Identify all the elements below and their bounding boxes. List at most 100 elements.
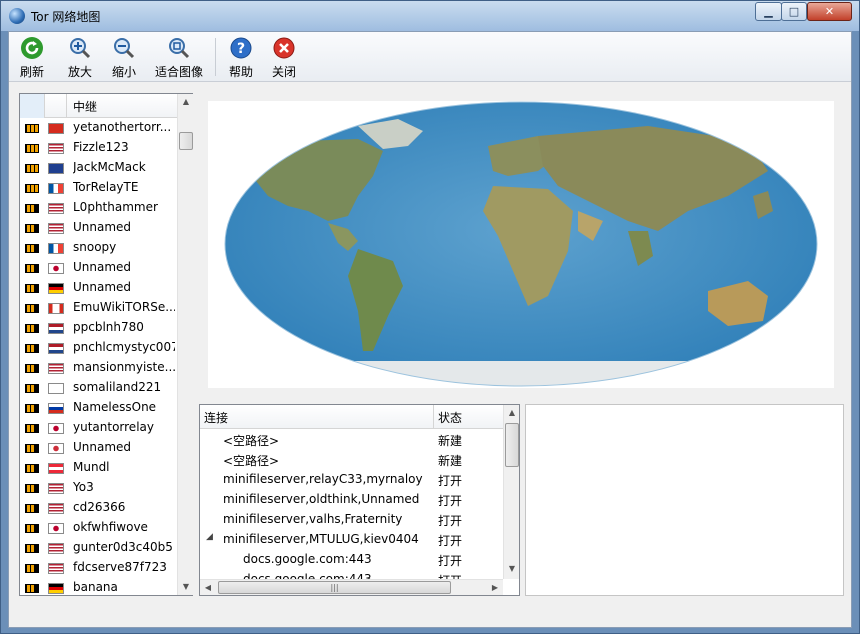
close-icon: [273, 37, 295, 59]
help-label: 帮助: [228, 65, 253, 79]
relay-row[interactable]: NamelessOne: [20, 398, 177, 418]
connection-column-header[interactable]: 连接: [204, 409, 228, 426]
relay-row[interactable]: fdcserve87f723: [20, 558, 177, 578]
relay-row[interactable]: Unnamed: [20, 278, 177, 298]
close-button[interactable]: 关闭: [269, 36, 299, 80]
connection-status: 打开: [438, 494, 463, 508]
relay-row[interactable]: Yo3: [20, 478, 177, 498]
connection-list[interactable]: 连接 状态 <空路径> 新建 <空路径> 新建 minifileserver,relay…: [199, 404, 520, 596]
relay-row[interactable]: L0phthammer: [20, 198, 177, 218]
relay-name: fdcserve87f723: [73, 560, 167, 574]
title-bar[interactable]: Tor 网络地图 ▁ □ ✕: [1, 1, 859, 31]
relay-name: TorRelayTE: [73, 180, 139, 194]
bandwidth-bar-icon: [25, 284, 39, 293]
connection-row[interactable]: minifileserver,oldthink,Unnamed 打开: [200, 489, 503, 509]
expander-icon[interactable]: ◢: [206, 532, 213, 542]
connection-name: <空路径>: [223, 454, 280, 468]
scroll-thumb[interactable]: [505, 423, 519, 467]
relay-row[interactable]: pnchlcmystyc007: [20, 338, 177, 358]
relay-rows: yetanothertorr... Fizzle123 JackMcMack TorR…: [20, 118, 177, 595]
status-column-header[interactable]: 状态: [438, 409, 462, 426]
relay-name: mansionmyiste...: [73, 360, 175, 374]
bandwidth-column-header[interactable]: [20, 94, 45, 118]
relay-name: Unnamed: [73, 220, 132, 234]
minimize-button[interactable]: ▁: [755, 2, 782, 21]
connection-row[interactable]: ◢ minifileserver,MTULUG,kiev0404 打开: [200, 529, 503, 549]
relay-name: Unnamed: [73, 280, 132, 294]
relay-row[interactable]: Mundl: [20, 458, 177, 478]
toolbar: 刷新 放大 缩小 适合图像 ? 帮助 关闭: [9, 32, 851, 82]
connection-row[interactable]: minifileserver,valhs,Fraternity 打开: [200, 509, 503, 529]
relay-row[interactable]: mansionmyiste...: [20, 358, 177, 378]
help-button[interactable]: ? 帮助: [226, 36, 256, 80]
scroll-thumb[interactable]: [179, 132, 193, 150]
bandwidth-bar-icon: [25, 484, 39, 493]
country-flag-icon: [48, 183, 64, 194]
globe-icon: [9, 8, 25, 24]
connection-name: minifileserver,relayC33,myrnaloy: [223, 472, 423, 486]
relay-row[interactable]: gunter0d3c40b5: [20, 538, 177, 558]
connection-name: docs.google.com:443: [243, 572, 372, 579]
relay-column-header[interactable]: 中继: [73, 98, 97, 115]
connection-status: 打开: [438, 534, 463, 548]
relay-row[interactable]: EmuWikiTORSe...: [20, 298, 177, 318]
country-flag-icon: [48, 163, 64, 174]
relay-list[interactable]: 中继 yetanothertorr... Fizzle123 JackMcMack T…: [19, 93, 193, 596]
connection-list-hscrollbar[interactable]: ◀ ||| ▶: [200, 579, 503, 595]
zoom-out-button[interactable]: 缩小: [109, 36, 139, 80]
maximize-button[interactable]: □: [781, 2, 807, 21]
relay-name: EmuWikiTORSe...: [73, 300, 175, 314]
connection-status: 新建: [438, 434, 463, 448]
scroll-down-arrow[interactable]: ▼: [504, 561, 520, 577]
tor-network-map-window: Tor 网络地图 ▁ □ ✕ 刷新 放大 缩小 适合图像 ? 帮助 关闭 中继 …: [0, 0, 860, 634]
bandwidth-bar-icon: [25, 244, 39, 253]
hscroll-thumb[interactable]: |||: [218, 581, 451, 594]
relay-row[interactable]: ppcblnh780: [20, 318, 177, 338]
relay-row[interactable]: snoopy: [20, 238, 177, 258]
relay-row[interactable]: cd26366: [20, 498, 177, 518]
scroll-down-arrow[interactable]: ▼: [178, 579, 194, 595]
connection-name: minifileserver,MTULUG,kiev0404: [223, 532, 419, 546]
connection-row[interactable]: minifileserver,relayC33,myrnaloy 打开: [200, 469, 503, 489]
bandwidth-bar-icon: [25, 184, 39, 193]
relay-row[interactable]: Unnamed: [20, 438, 177, 458]
connection-row[interactable]: docs.google.com:443 打开: [200, 549, 503, 569]
relay-row[interactable]: Unnamed: [20, 258, 177, 278]
bandwidth-bar-icon: [25, 564, 39, 573]
connection-status: 新建: [438, 454, 463, 468]
relay-row[interactable]: yutantorrelay: [20, 418, 177, 438]
connection-row[interactable]: docs.google.com:443 打开: [200, 569, 503, 579]
relay-list-scrollbar[interactable]: ▲ ▼: [177, 94, 193, 595]
country-flag-icon: [48, 343, 64, 354]
scroll-left-arrow[interactable]: ◀: [200, 580, 216, 596]
refresh-button[interactable]: 刷新: [17, 36, 47, 80]
relay-row[interactable]: TorRelayTE: [20, 178, 177, 198]
window-title: Tor 网络地图: [31, 10, 101, 24]
relay-row[interactable]: banana: [20, 578, 177, 595]
country-column-header[interactable]: [45, 94, 67, 118]
relay-row[interactable]: Unnamed: [20, 218, 177, 238]
relay-row[interactable]: somaliland221: [20, 378, 177, 398]
connection-row[interactable]: <空路径> 新建: [200, 429, 503, 449]
close-window-button[interactable]: ✕: [807, 2, 852, 21]
country-flag-icon: [48, 483, 64, 494]
connection-list-vscrollbar[interactable]: ▲ ▼: [503, 405, 519, 579]
zoom-in-icon: [70, 38, 91, 59]
scroll-up-arrow[interactable]: ▲: [504, 405, 520, 421]
bandwidth-bar-icon: [25, 324, 39, 333]
column-divider[interactable]: [433, 405, 434, 429]
relay-row[interactable]: JackMcMack: [20, 158, 177, 178]
relay-row[interactable]: Fizzle123: [20, 138, 177, 158]
country-flag-icon: [48, 323, 64, 334]
scroll-up-arrow[interactable]: ▲: [178, 94, 194, 110]
bandwidth-bar-icon: [25, 364, 39, 373]
relay-name: somaliland221: [73, 380, 162, 394]
world-map[interactable]: [208, 101, 834, 388]
scroll-right-arrow[interactable]: ▶: [487, 580, 503, 596]
relay-row[interactable]: yetanothertorr...: [20, 118, 177, 138]
fit-image-button[interactable]: 适合图像: [154, 36, 204, 80]
relay-row[interactable]: okfwhfiwove: [20, 518, 177, 538]
country-flag-icon: [48, 583, 64, 594]
zoom-in-button[interactable]: 放大: [65, 36, 95, 80]
connection-row[interactable]: <空路径> 新建: [200, 449, 503, 469]
